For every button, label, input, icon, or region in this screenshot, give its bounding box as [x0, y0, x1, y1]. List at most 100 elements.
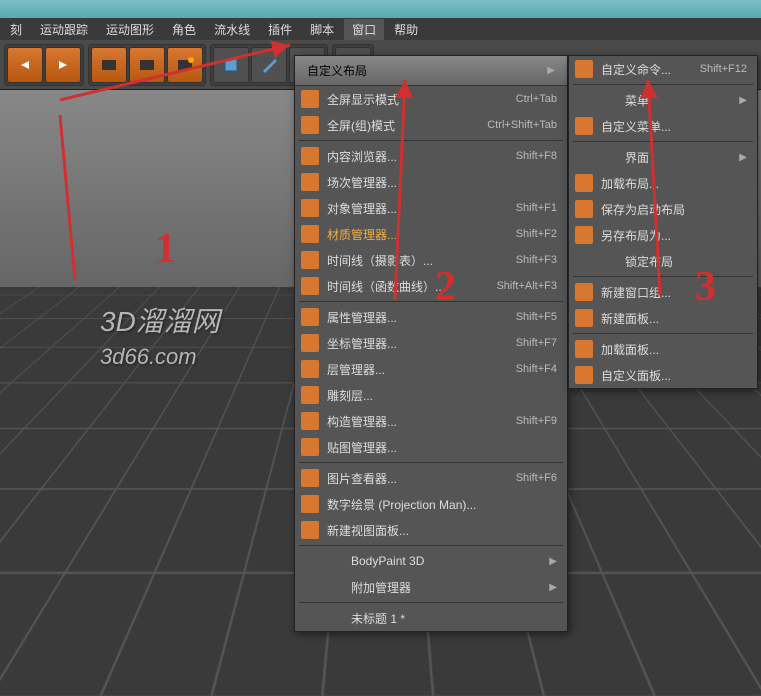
- menu-item[interactable]: 脚本: [302, 19, 342, 40]
- menu-label: BodyPaint 3D: [351, 554, 541, 568]
- menu-help[interactable]: 帮助: [386, 19, 426, 40]
- menu-item[interactable]: 插件: [260, 19, 300, 40]
- menu-separator: [299, 462, 563, 463]
- orange-icon: [301, 334, 319, 352]
- chevron-right-icon: ▶: [549, 582, 557, 593]
- orange-icon: [575, 226, 593, 244]
- menu-label: 属性管理器...: [327, 309, 488, 326]
- menu-item[interactable]: 保存为启动布局: [569, 196, 757, 222]
- menu-item[interactable]: BodyPaint 3D ▶: [295, 548, 567, 574]
- menu-item[interactable]: 全屏显示模式Ctrl+Tab: [295, 86, 567, 112]
- menu-label: 材质管理器...: [327, 226, 488, 243]
- menu-label: 自定义命令...: [601, 61, 672, 78]
- menu-label: 自定义面板...: [601, 367, 747, 384]
- menu-item[interactable]: 新建视图面板...: [295, 517, 567, 543]
- orange-icon: [301, 308, 319, 326]
- menu-item[interactable]: 贴图管理器...: [295, 434, 567, 460]
- orange-icon: [575, 309, 593, 327]
- orange-icon: [301, 173, 319, 191]
- menu-separator: [573, 141, 753, 142]
- menu-item[interactable]: 雕刻层...: [295, 382, 567, 408]
- orange-icon: [301, 147, 319, 165]
- menu-item[interactable]: 全屏(组)模式Ctrl+Shift+Tab: [295, 112, 567, 138]
- menu-item[interactable]: 新建面板...: [569, 305, 757, 331]
- chevron-right-icon: ▶: [739, 152, 747, 163]
- menu-item[interactable]: 附加管理器 ▶: [295, 574, 567, 600]
- window-menu: 自定义布局▶ 全屏显示模式Ctrl+Tab全屏(组)模式Ctrl+Shift+T…: [294, 55, 568, 632]
- menu-label: 界面: [625, 149, 731, 166]
- menu-item[interactable]: 界面 ▶: [569, 144, 757, 170]
- orange-icon: [301, 469, 319, 487]
- menu-item[interactable]: 自定义面板...: [569, 362, 757, 388]
- chevron-right-icon: ▶: [549, 556, 557, 567]
- orange-icon: [575, 366, 593, 384]
- menu-separator: [299, 301, 563, 302]
- menu-item[interactable]: 菜单▶: [569, 87, 757, 113]
- menu-separator: [299, 140, 563, 141]
- tool-redo[interactable]: [45, 47, 81, 83]
- menu-shortcut: Shift+F9: [516, 415, 557, 427]
- tool-film3[interactable]: [167, 47, 203, 83]
- menu-item[interactable]: 自定义菜单...: [569, 113, 757, 139]
- menu-item[interactable]: 加载布局...: [569, 170, 757, 196]
- menu-separator: [573, 84, 753, 85]
- menu-item[interactable]: 场次管理器...: [295, 169, 567, 195]
- menu-separator: [299, 602, 563, 603]
- menu-item[interactable]: 新建窗口组...: [569, 279, 757, 305]
- menu-item[interactable]: 层管理器...Shift+F4: [295, 356, 567, 382]
- menu-label: 新建面板...: [601, 310, 747, 327]
- orange-icon: [301, 199, 319, 217]
- menu-item[interactable]: 锁定布局: [569, 248, 757, 274]
- menu-window[interactable]: 窗口: [344, 19, 384, 40]
- orange-icon: [575, 200, 593, 218]
- custom-layout-submenu: 自定义命令...Shift+F12 菜单▶自定义菜单... 界面 ▶ 加载布局... 保存…: [568, 55, 758, 389]
- orange-icon: [301, 277, 319, 295]
- orange-icon: [301, 225, 319, 243]
- menu-item[interactable]: 角色: [164, 19, 204, 40]
- menu-label: 附加管理器: [351, 579, 541, 596]
- orange-icon: [301, 495, 319, 513]
- orange-icon: [301, 251, 319, 269]
- menu-item[interactable]: 未标题 1 *: [295, 605, 567, 631]
- titlebar: [0, 0, 761, 18]
- menu-item[interactable]: 时间线（函数曲线）...Shift+Alt+F3: [295, 273, 567, 299]
- menu-label: 图片查看器...: [327, 470, 488, 487]
- menu-item[interactable]: 对象管理器...Shift+F1: [295, 195, 567, 221]
- tool-cube[interactable]: [213, 47, 249, 83]
- menu-label: 数字绘景 (Projection Man)...: [327, 496, 557, 513]
- menu-item[interactable]: 时间线（摄影表）...Shift+F3: [295, 247, 567, 273]
- menu-item[interactable]: 流水线: [206, 19, 258, 40]
- menu-shortcut: Shift+F5: [516, 311, 557, 323]
- orange-icon: [575, 174, 593, 192]
- menu-item[interactable]: 构造管理器...Shift+F9: [295, 408, 567, 434]
- menu-item[interactable]: 刻: [2, 19, 30, 40]
- menu-item[interactable]: 自定义命令...Shift+F12: [569, 56, 757, 82]
- menu-label: 内容浏览器...: [327, 148, 488, 165]
- menu-header-custom-layout[interactable]: 自定义布局▶: [295, 56, 567, 86]
- menu-item[interactable]: 另存布局为...: [569, 222, 757, 248]
- tool-undo[interactable]: [7, 47, 43, 83]
- orange-icon: [301, 521, 319, 539]
- menu-item[interactable]: 图片查看器...Shift+F6: [295, 465, 567, 491]
- menu-item[interactable]: 内容浏览器... Shift+F8: [295, 143, 567, 169]
- menu-item[interactable]: 材质管理器...Shift+F2: [295, 221, 567, 247]
- orange-icon: [301, 386, 319, 404]
- menu-item[interactable]: 加载面板...: [569, 336, 757, 362]
- menu-shortcut: Shift+F8: [516, 150, 557, 162]
- menu-item[interactable]: 坐标管理器...Shift+F7: [295, 330, 567, 356]
- tool-film1[interactable]: [91, 47, 127, 83]
- orange-icon: [301, 360, 319, 378]
- menu-shortcut: Shift+Alt+F3: [496, 280, 557, 292]
- menu-item[interactable]: 属性管理器... Shift+F5: [295, 304, 567, 330]
- menu-label: 贴图管理器...: [327, 439, 557, 456]
- menu-label: 加载布局...: [601, 175, 747, 192]
- orange-icon: [301, 412, 319, 430]
- menu-label: 加载面板...: [601, 341, 747, 358]
- menu-shortcut: Shift+F7: [516, 337, 557, 349]
- menu-item[interactable]: 数字绘景 (Projection Man)...: [295, 491, 567, 517]
- tool-film2[interactable]: [129, 47, 165, 83]
- menu-item[interactable]: 运动跟踪: [32, 19, 96, 40]
- tool-pen[interactable]: [251, 47, 287, 83]
- menu-item[interactable]: 运动图形: [98, 19, 162, 40]
- menu-label: 时间线（摄影表）...: [327, 252, 488, 269]
